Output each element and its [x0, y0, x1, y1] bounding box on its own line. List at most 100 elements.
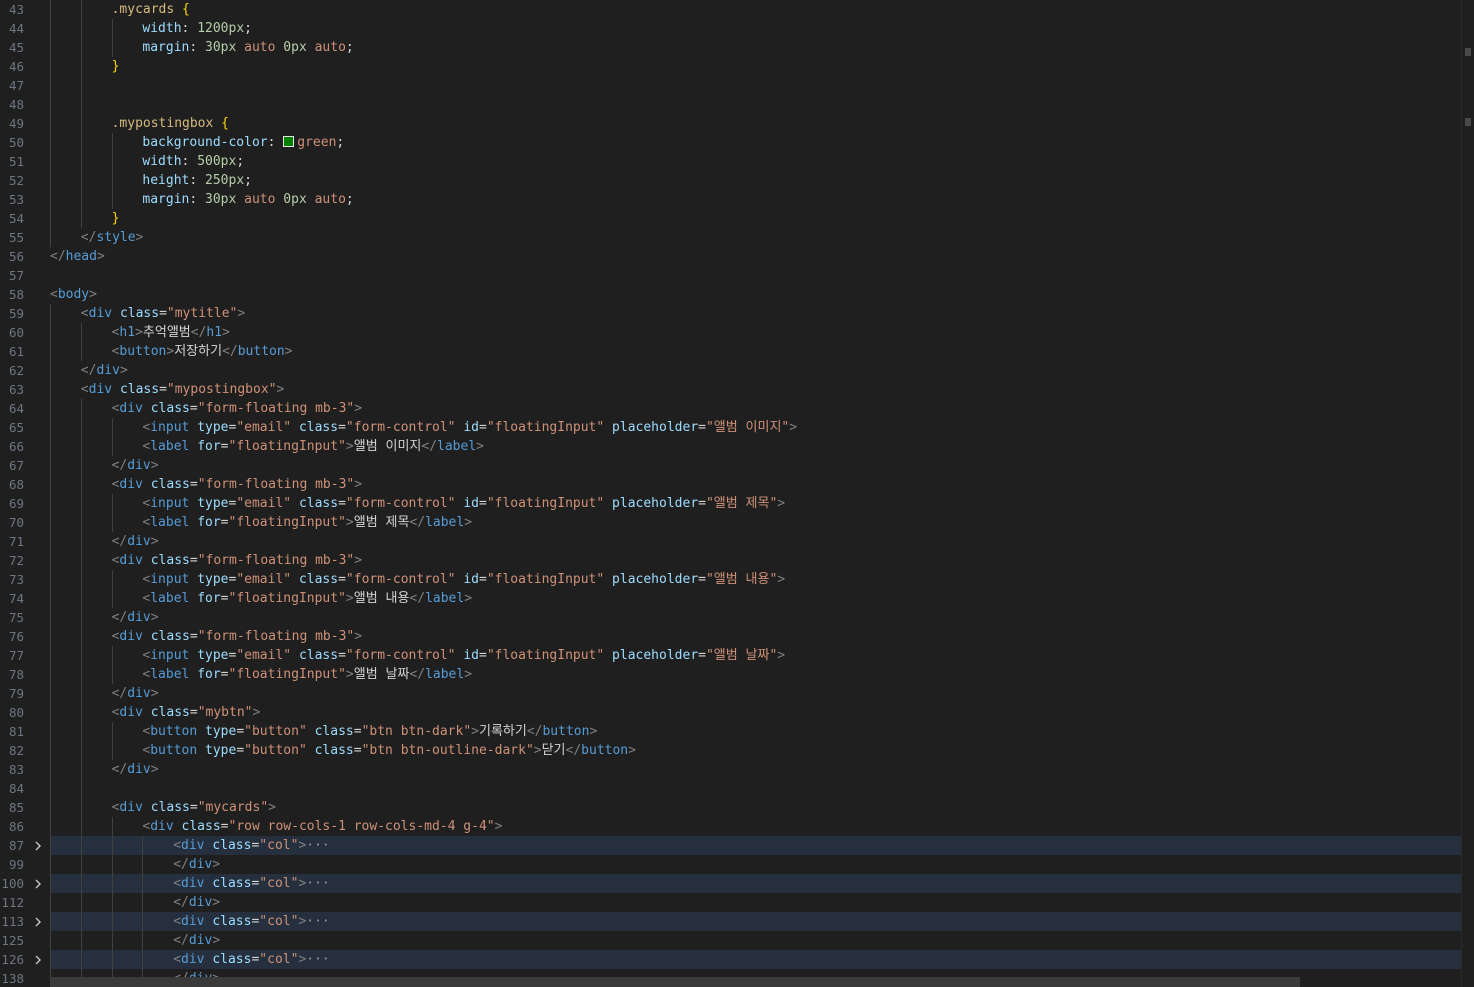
code-line-content[interactable]: </div>: [50, 684, 1462, 703]
code-editor[interactable]: 43 .mycards {44 width: 1200px; 45 margin: 30…: [0, 0, 1474, 987]
code-line-folded[interactable]: 87 <div class="col">···: [0, 836, 1462, 855]
code-line[interactable]: 86 <div class="row row-cols-1 row-cols-md…: [0, 817, 1462, 836]
code-line[interactable]: 63 <div class="mypostingbox">: [0, 380, 1462, 399]
code-line[interactable]: 74 <label for="floatingInput">앨범 내용</labe…: [0, 589, 1462, 608]
code-line[interactable]: 73 <input type="email" class="form-contro…: [0, 570, 1462, 589]
code-line-content[interactable]: <div class="mybtn">: [50, 703, 1462, 722]
code-line-content[interactable]: <div class="col">···: [50, 912, 1462, 931]
code-line-content[interactable]: <input type="email" class="form-control"…: [50, 646, 1462, 665]
code-line-content[interactable]: <label for="floatingInput">앨범 날짜</label>: [50, 665, 1462, 684]
code-line-content[interactable]: height: 250px;: [50, 171, 1462, 190]
chevron-right-icon[interactable]: [30, 836, 46, 855]
code-line-content[interactable]: <button type="button" class="btn btn-dar…: [50, 722, 1462, 741]
code-line-content[interactable]: margin: 30px auto 0px auto;: [50, 190, 1462, 209]
code-line[interactable]: 75 </div>: [0, 608, 1462, 627]
code-line[interactable]: 79 </div>: [0, 684, 1462, 703]
code-line-content[interactable]: [50, 95, 1462, 114]
code-line-content[interactable]: </div>: [50, 893, 1462, 912]
code-line-content[interactable]: }: [50, 209, 1462, 228]
chevron-right-icon[interactable]: [30, 950, 46, 969]
vertical-scrollbar[interactable]: [1461, 0, 1474, 987]
code-line-content[interactable]: width: 500px;: [50, 152, 1462, 171]
code-line-content[interactable]: <label for="floatingInput">앨범 제목</label>: [50, 513, 1462, 532]
code-line-folded[interactable]: 100 <div class="col">···: [0, 874, 1462, 893]
code-line[interactable]: 71 </div>: [0, 532, 1462, 551]
code-line[interactable]: 72 <div class="form-floating mb-3">: [0, 551, 1462, 570]
code-line-content[interactable]: <div class="mypostingbox">: [50, 380, 1462, 399]
code-line-content[interactable]: <input type="email" class="form-control"…: [50, 418, 1462, 437]
code-line-content[interactable]: margin: 30px auto 0px auto;: [50, 38, 1462, 57]
code-line-content[interactable]: .mycards {: [50, 0, 1462, 19]
code-line-folded[interactable]: 126 <div class="col">···: [0, 950, 1462, 969]
code-line-content[interactable]: <div class="form-floating mb-3">: [50, 475, 1462, 494]
code-line[interactable]: 69 <input type="email" class="form-contro…: [0, 494, 1462, 513]
code-line[interactable]: 67 </div>: [0, 456, 1462, 475]
code-line-content[interactable]: <body>: [50, 285, 1462, 304]
code-line[interactable]: 80 <div class="mybtn">: [0, 703, 1462, 722]
code-line[interactable]: 84: [0, 779, 1462, 798]
code-line[interactable]: 49 .mypostingbox {: [0, 114, 1462, 133]
code-line-content[interactable]: <label for="floatingInput">앨범 내용</label>: [50, 589, 1462, 608]
folded-ellipsis[interactable]: ···: [306, 876, 329, 891]
code-line[interactable]: 54}: [0, 209, 1462, 228]
code-line-content[interactable]: [50, 779, 1462, 798]
code-line[interactable]: 64 <div class="form-floating mb-3">: [0, 399, 1462, 418]
code-line-content[interactable]: [50, 266, 1462, 285]
code-line-content[interactable]: <h1>추억앨범</h1>: [50, 323, 1462, 342]
code-line-content[interactable]: </div>: [50, 608, 1462, 627]
code-line-content[interactable]: <div class="form-floating mb-3">: [50, 551, 1462, 570]
code-line-content[interactable]: <label for="floatingInput">앨범 이미지</label…: [50, 437, 1462, 456]
code-line-content[interactable]: <div class="form-floating mb-3">: [50, 399, 1462, 418]
code-line[interactable]: 59 <div class="mytitle">: [0, 304, 1462, 323]
code-line-content[interactable]: </div>: [50, 456, 1462, 475]
code-line[interactable]: 45 margin: 30px auto 0px auto;: [0, 38, 1462, 57]
code-line[interactable]: 44 width: 1200px;: [0, 19, 1462, 38]
code-line[interactable]: 57: [0, 266, 1462, 285]
code-line[interactable]: 81 <button type="button" class="btn btn-d…: [0, 722, 1462, 741]
code-line[interactable]: 70 <label for="floatingInput">앨범 제목</labe…: [0, 513, 1462, 532]
code-line-content[interactable]: .mypostingbox {: [50, 114, 1462, 133]
code-line[interactable]: 51 width: 500px;: [0, 152, 1462, 171]
code-line-content[interactable]: <div class="form-floating mb-3">: [50, 627, 1462, 646]
folded-ellipsis[interactable]: ···: [306, 952, 329, 967]
code-line[interactable]: 83 </div>: [0, 760, 1462, 779]
code-line[interactable]: 99 </div>: [0, 855, 1462, 874]
code-line[interactable]: 65 <input type="email" class="form-contro…: [0, 418, 1462, 437]
code-line[interactable]: 112 </div>: [0, 893, 1462, 912]
code-line[interactable]: 46}: [0, 57, 1462, 76]
code-line[interactable]: 78 <label for="floatingInput">앨범 날짜</labe…: [0, 665, 1462, 684]
code-line-content[interactable]: <div class="mycards">: [50, 798, 1462, 817]
code-line-content[interactable]: <button>저장하기</button>: [50, 342, 1462, 361]
code-line-content[interactable]: </div>: [50, 760, 1462, 779]
code-line[interactable]: 66 <label for="floatingInput">앨범 이미지</lab…: [0, 437, 1462, 456]
code-line[interactable]: 52 height: 250px;: [0, 171, 1462, 190]
code-line[interactable]: 43 .mycards {: [0, 0, 1462, 19]
code-line-content[interactable]: </div>: [50, 532, 1462, 551]
code-line[interactable]: 47: [0, 76, 1462, 95]
code-line-content[interactable]: width: 1200px;: [50, 19, 1462, 38]
code-line-content[interactable]: background-color: green;: [50, 133, 1462, 152]
code-line[interactable]: 53 margin: 30px auto 0px auto;: [0, 190, 1462, 209]
code-line[interactable]: 125 </div>: [0, 931, 1462, 950]
code-line-content[interactable]: </style>: [50, 228, 1462, 247]
code-line-content[interactable]: <input type="email" class="form-control"…: [50, 494, 1462, 513]
folded-ellipsis[interactable]: ···: [306, 838, 329, 853]
chevron-right-icon[interactable]: [30, 912, 46, 931]
code-line-content[interactable]: <div class="col">···: [50, 950, 1462, 969]
code-line[interactable]: 68 <div class="form-floating mb-3">: [0, 475, 1462, 494]
code-line-content[interactable]: </head>: [50, 247, 1462, 266]
horizontal-scrollbar[interactable]: [50, 977, 1300, 987]
code-line-folded[interactable]: 113 <div class="col">···: [0, 912, 1462, 931]
code-line[interactable]: 85 <div class="mycards">: [0, 798, 1462, 817]
code-line-content[interactable]: </div>: [50, 361, 1462, 380]
code-line-content[interactable]: }: [50, 57, 1462, 76]
code-line-content[interactable]: <div class="mytitle">: [50, 304, 1462, 323]
code-line-content[interactable]: </div>: [50, 855, 1462, 874]
code-line[interactable]: 77 <input type="email" class="form-contro…: [0, 646, 1462, 665]
code-line-content[interactable]: <div class="col">···: [50, 874, 1462, 893]
code-line[interactable]: 58 <body>: [0, 285, 1462, 304]
code-line[interactable]: 48: [0, 95, 1462, 114]
code-line-content[interactable]: [50, 76, 1462, 95]
code-line[interactable]: 50 background-color: green;: [0, 133, 1462, 152]
code-line-content[interactable]: <input type="email" class="form-control"…: [50, 570, 1462, 589]
